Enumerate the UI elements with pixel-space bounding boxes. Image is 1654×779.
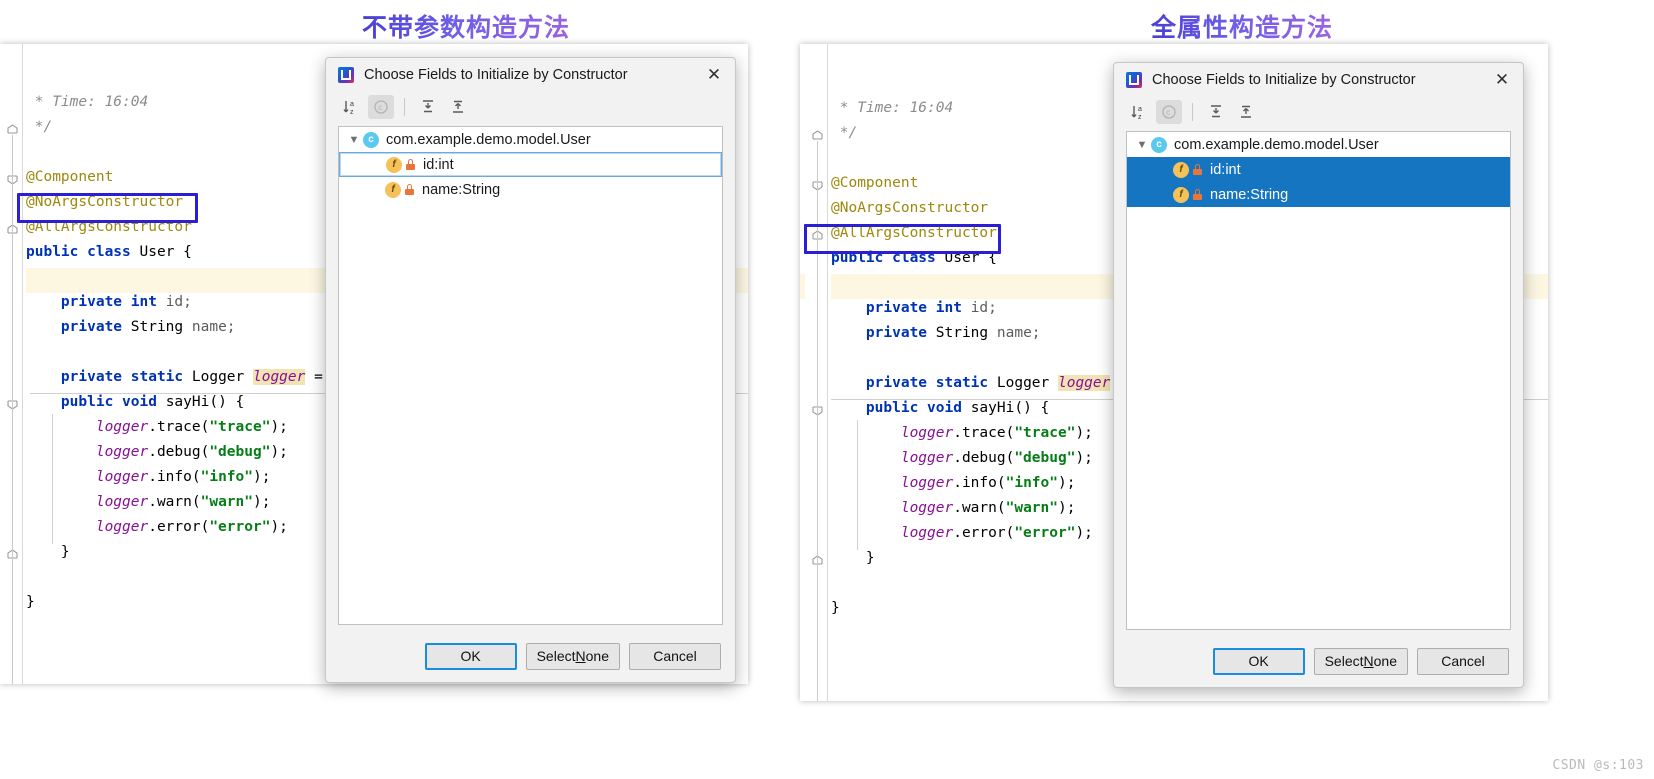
tree-row-class[interactable]: ▼ c com.example.demo.model.User (1127, 132, 1510, 157)
dialog-choose-fields-right: Choose Fields to Initialize by Construct… (1113, 62, 1524, 688)
field-icon: f (386, 156, 402, 173)
ok-button[interactable]: OK (1212, 647, 1305, 675)
field-icon: f (385, 181, 401, 198)
intellij-idea-icon (1126, 72, 1142, 88)
select-none-button[interactable]: Select None (1313, 647, 1408, 675)
left-panel-title: 不带参数构造方法 (362, 8, 570, 44)
svg-text:a: a (1138, 106, 1142, 113)
dialog-button-bar: OK Select None Cancel (1114, 635, 1523, 687)
svg-text:c: c (378, 103, 382, 112)
highlight-box-allargs (804, 224, 1001, 254)
svg-text:c: c (1166, 108, 1170, 117)
highlight-box-noargs (17, 193, 198, 223)
tree-row-field-name[interactable]: f name:String (1127, 182, 1510, 207)
class-open-brace: { (174, 244, 192, 260)
select-none-label-pre: Select (536, 648, 576, 664)
dialog-titlebar: Choose Fields to Initialize by Construct… (326, 58, 735, 92)
toolbar-separator (404, 98, 405, 116)
tree-row-field-id[interactable]: f id:int (339, 152, 722, 177)
watermark: CSDN @s:103 (1552, 758, 1644, 773)
field-icon: f (1173, 161, 1189, 178)
dialog-button-bar: OK Select None Cancel (326, 630, 735, 682)
intellij-idea-icon (338, 67, 354, 83)
select-none-label-pre: Select (1324, 653, 1364, 669)
toolbar-separator (1192, 103, 1193, 121)
chevron-down-icon[interactable]: ▼ (1133, 139, 1151, 151)
dialog-title: Choose Fields to Initialize by Construct… (364, 67, 628, 83)
editor-gutter-right[interactable] (805, 44, 831, 701)
group-by-class-icon[interactable]: c (368, 95, 394, 119)
tree-row-field-id[interactable]: f id:int (1127, 157, 1510, 182)
expand-all-icon[interactable] (415, 95, 441, 119)
tree-class-label: com.example.demo.model.User (386, 131, 591, 148)
fold-end-icon[interactable] (7, 124, 18, 135)
chevron-down-icon[interactable]: ▼ (345, 134, 363, 146)
ok-button[interactable]: OK (424, 642, 517, 670)
fields-tree-right[interactable]: ▼ c com.example.demo.model.User f id:int… (1126, 131, 1511, 630)
group-by-class-icon[interactable]: c (1156, 100, 1182, 124)
lock-icon (1193, 189, 1202, 200)
right-panel-title: 全属性构造方法 (1151, 8, 1333, 44)
select-none-mnemonic: N (575, 648, 586, 664)
sort-alphabetically-icon[interactable]: a z (1126, 100, 1152, 124)
indent-guide-right (857, 420, 858, 550)
class-name: User (139, 244, 175, 260)
tree-field-label: id:int (423, 156, 454, 173)
svg-text:z: z (1138, 114, 1142, 121)
fields-tree-left[interactable]: ▼ c com.example.demo.model.User f id:int… (338, 126, 723, 625)
tree-row-field-name[interactable]: f name:String (339, 177, 722, 202)
class-icon: c (1151, 136, 1167, 153)
dialog-choose-fields-left: Choose Fields to Initialize by Construct… (325, 57, 736, 683)
svg-text:a: a (350, 101, 354, 108)
kw-public-class: public class (26, 244, 140, 260)
lock-icon (405, 184, 414, 195)
cancel-button[interactable]: Cancel (629, 642, 721, 670)
select-none-button[interactable]: Select None (525, 642, 620, 670)
svg-text:z: z (350, 109, 354, 116)
cancel-button[interactable]: Cancel (1417, 647, 1509, 675)
select-none-mnemonic: N (1363, 653, 1374, 669)
dialog-title: Choose Fields to Initialize by Construct… (1152, 72, 1416, 88)
expand-all-icon[interactable] (1203, 100, 1229, 124)
dialog-titlebar: Choose Fields to Initialize by Construct… (1114, 63, 1523, 97)
select-none-label-post: one (585, 648, 609, 664)
class-icon: c (363, 131, 379, 148)
lock-icon (1193, 164, 1202, 175)
tree-field-label: id:int (1210, 161, 1241, 178)
indent-guide-left (52, 414, 53, 544)
tree-class-label: com.example.demo.model.User (1174, 136, 1379, 153)
tree-field-label: name:String (422, 181, 501, 198)
select-none-label-post: one (1373, 653, 1397, 669)
lock-icon (406, 159, 415, 170)
dialog-toolbar: a z c (326, 92, 735, 122)
field-icon: f (1173, 186, 1189, 203)
sort-alphabetically-icon[interactable]: a z (338, 95, 364, 119)
gutter-fold-rail (12, 135, 13, 684)
collapse-all-icon[interactable] (445, 95, 471, 119)
editor-gutter-left[interactable] (0, 44, 26, 684)
fold-end-icon[interactable] (812, 130, 823, 141)
gutter-divider (22, 44, 23, 684)
tree-field-label: name:String (1210, 186, 1289, 203)
tree-row-class[interactable]: ▼ c com.example.demo.model.User (339, 127, 722, 152)
close-icon[interactable]: ✕ (701, 62, 727, 88)
collapse-all-icon[interactable] (1233, 100, 1259, 124)
close-icon[interactable]: ✕ (1489, 67, 1515, 93)
dialog-toolbar: a z c (1114, 97, 1523, 127)
gutter-divider (827, 44, 828, 701)
